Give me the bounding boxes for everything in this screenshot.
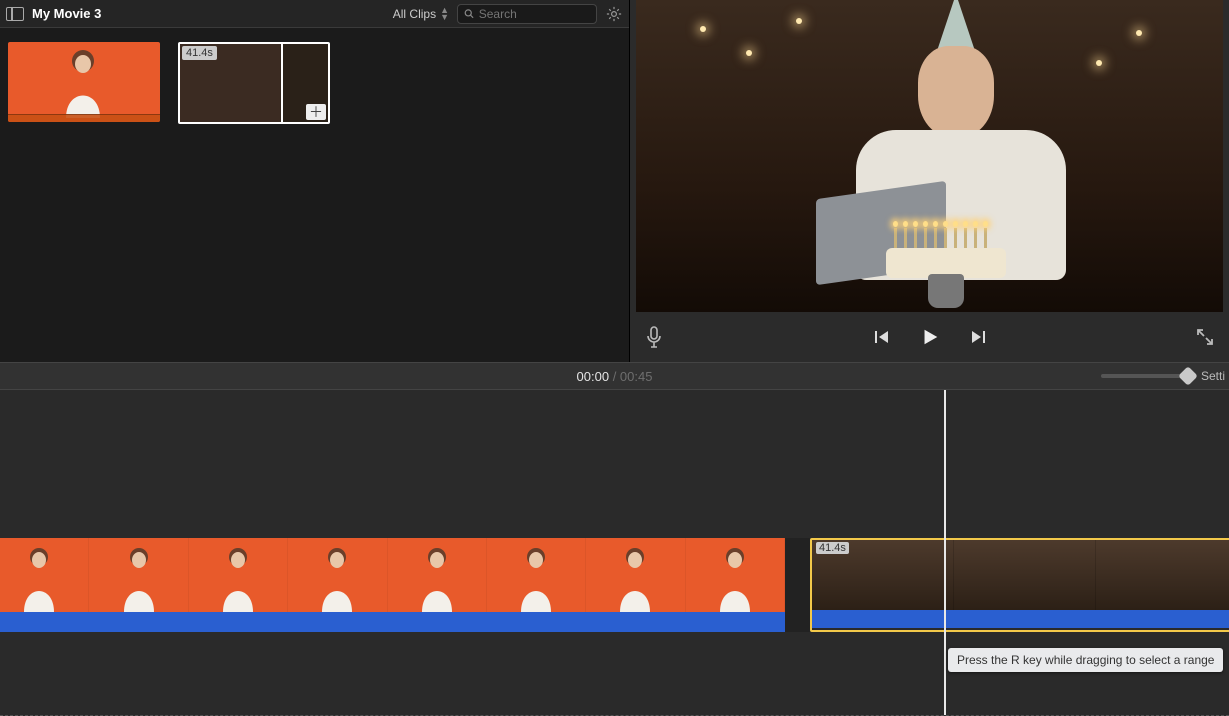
project-title: My Movie 3 xyxy=(32,6,101,21)
timeline-clip-2-audio[interactable] xyxy=(812,610,1229,628)
add-clip-button[interactable]: ＋ xyxy=(306,104,326,120)
timecode-display: 00:00 / 00:45 xyxy=(577,369,653,384)
timeline-clip-2-duration-badge: 41.4s xyxy=(816,542,849,554)
voiceover-button[interactable] xyxy=(644,327,664,347)
timeline-clip-2[interactable]: 41.4s xyxy=(810,538,1229,632)
playhead[interactable] xyxy=(944,390,946,715)
previous-frame-button[interactable] xyxy=(872,327,892,347)
timeline-clip-1[interactable] xyxy=(0,538,785,632)
total-time: 00:45 xyxy=(620,369,653,384)
skip-forward-icon xyxy=(969,328,987,346)
timeline-clip-1-audio[interactable] xyxy=(0,612,785,632)
zoom-slider[interactable] xyxy=(1101,374,1189,378)
preview-panel xyxy=(630,0,1229,362)
microphone-icon xyxy=(645,326,663,348)
fullscreen-icon xyxy=(1196,328,1214,346)
clip-filter-label: All Clips xyxy=(393,7,436,21)
range-select-tooltip: Press the R key while dragging to select… xyxy=(948,648,1223,672)
sidebar-toggle-icon[interactable] xyxy=(6,7,24,21)
gear-icon[interactable] xyxy=(605,5,623,23)
fullscreen-button[interactable] xyxy=(1195,327,1215,347)
search-input[interactable] xyxy=(479,7,590,21)
browser-toolbar: My Movie 3 All Clips ▲▼ xyxy=(0,0,629,28)
preview-viewport[interactable] xyxy=(636,0,1223,312)
search-icon xyxy=(464,8,474,19)
zoom-knob[interactable] xyxy=(1178,366,1198,386)
browser-clips-area[interactable]: 41.4s ＋ xyxy=(0,28,629,362)
search-field[interactable] xyxy=(457,4,597,24)
timeline-settings-button[interactable]: Setti xyxy=(1201,369,1225,383)
next-frame-button[interactable] xyxy=(968,327,988,347)
timeline-track[interactable]: 41.4s xyxy=(0,538,1229,634)
play-icon xyxy=(920,326,940,348)
current-time: 00:00 xyxy=(577,369,610,384)
media-browser-panel: My Movie 3 All Clips ▲▼ xyxy=(0,0,630,362)
timeline-panel[interactable]: 41.4s Press the R key while dragging to … xyxy=(0,390,1229,716)
plus-icon: ＋ xyxy=(309,105,323,119)
clip-1-figure xyxy=(48,48,118,118)
play-button[interactable] xyxy=(920,327,940,347)
clip-filter-dropdown[interactable]: All Clips ▲▼ xyxy=(393,7,449,21)
preview-controls xyxy=(630,312,1229,362)
time-info-bar: 00:00 / 00:45 Setti xyxy=(0,362,1229,390)
skip-back-icon xyxy=(873,328,891,346)
chevron-updown-icon: ▲▼ xyxy=(440,7,449,21)
browser-clip-1[interactable] xyxy=(8,42,160,122)
browser-clip-2[interactable]: 41.4s ＋ xyxy=(178,42,330,124)
clip-2-duration-badge: 41.4s xyxy=(182,46,217,60)
timeline-clip-gap[interactable] xyxy=(785,538,810,632)
